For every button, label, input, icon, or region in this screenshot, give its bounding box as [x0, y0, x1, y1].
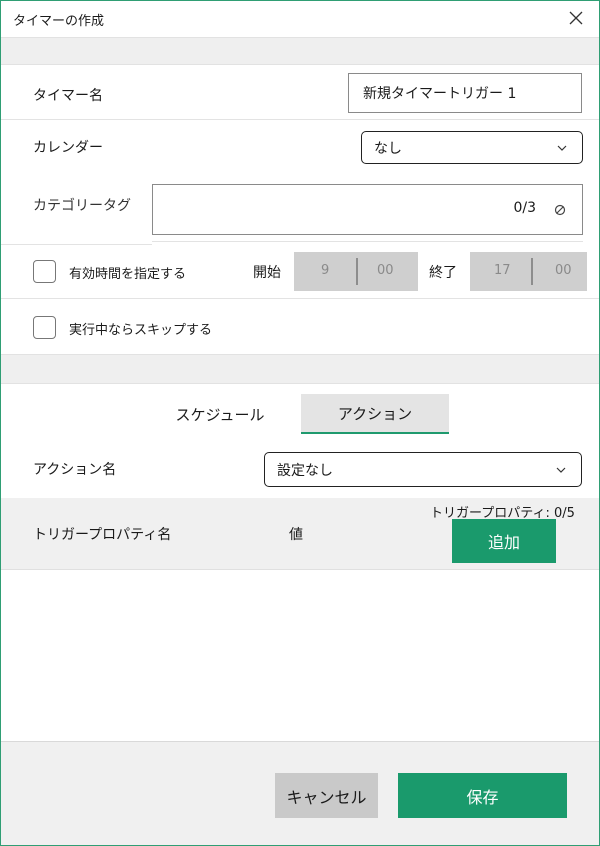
timer-name-value: 新規タイマートリガー 1 — [363, 86, 517, 102]
calendar-value: なし — [374, 140, 402, 157]
divider — [152, 241, 583, 242]
title-bar: タイマーの作成 — [1, 1, 599, 37]
end-minute: 00 — [555, 263, 572, 278]
divider — [1, 298, 599, 299]
save-button[interactable]: 保存 — [398, 773, 567, 818]
col-value: 値 — [289, 527, 303, 543]
category-tag-count: 0/3 — [513, 200, 536, 216]
timer-create-dialog: タイマーの作成 タイマー名 新規タイマートリガー 1 カレンダー なし カテゴリ… — [0, 0, 600, 846]
start-minute: 00 — [377, 263, 394, 278]
skip-running-checkbox[interactable] — [33, 316, 56, 339]
action-name-select[interactable]: 設定なし — [264, 452, 582, 487]
action-name-label: アクション名 — [33, 462, 117, 478]
close-button[interactable] — [563, 5, 589, 31]
category-tag-label: カテゴリータグ — [33, 198, 131, 214]
time-separator — [356, 258, 358, 285]
valid-time-checkbox[interactable] — [33, 260, 56, 283]
end-time-field[interactable]: 17 00 — [470, 252, 587, 291]
save-button-label: 保存 — [466, 787, 499, 807]
time-separator — [531, 258, 533, 285]
action-name-value: 設定なし — [277, 462, 333, 479]
end-label: 終了 — [429, 265, 457, 281]
valid-time-label: 有効時間を指定する — [69, 267, 187, 282]
add-button[interactable]: 追加 — [452, 519, 556, 563]
dialog-footer: キャンセル 保存 — [1, 741, 599, 845]
tab-schedule-label: スケジュール — [175, 405, 265, 424]
tab-schedule[interactable]: スケジュール — [161, 395, 279, 433]
timer-name-input[interactable]: 新規タイマートリガー 1 — [348, 73, 582, 113]
divider — [1, 244, 152, 245]
start-hour: 9 — [321, 263, 330, 278]
tab-action[interactable]: アクション — [301, 394, 449, 434]
trigger-property-header: トリガープロパティ名 値 トリガープロパティ: 0/5 追加 — [1, 498, 599, 570]
category-tag-input[interactable]: 0/3 — [152, 184, 583, 235]
eraser-icon[interactable] — [552, 202, 568, 218]
dialog-title: タイマーの作成 — [13, 14, 105, 29]
start-label: 開始 — [253, 265, 281, 281]
end-hour: 17 — [494, 263, 511, 278]
skip-running-label: 実行中ならスキップする — [69, 323, 213, 338]
add-button-label: 追加 — [487, 533, 520, 552]
calendar-label: カレンダー — [33, 140, 103, 156]
cancel-button[interactable]: キャンセル — [275, 773, 378, 818]
close-icon — [569, 11, 583, 25]
timer-name-label: タイマー名 — [33, 88, 103, 104]
cancel-button-label: キャンセル — [286, 787, 367, 807]
chevron-down-icon — [557, 145, 567, 151]
section-divider-middle — [1, 354, 599, 384]
col-property-name: トリガープロパティ名 — [33, 527, 172, 543]
calendar-select[interactable]: なし — [361, 131, 583, 164]
divider — [1, 119, 599, 120]
tab-action-label: アクション — [337, 404, 413, 423]
section-divider-top — [1, 37, 599, 65]
chevron-down-icon — [556, 467, 566, 473]
